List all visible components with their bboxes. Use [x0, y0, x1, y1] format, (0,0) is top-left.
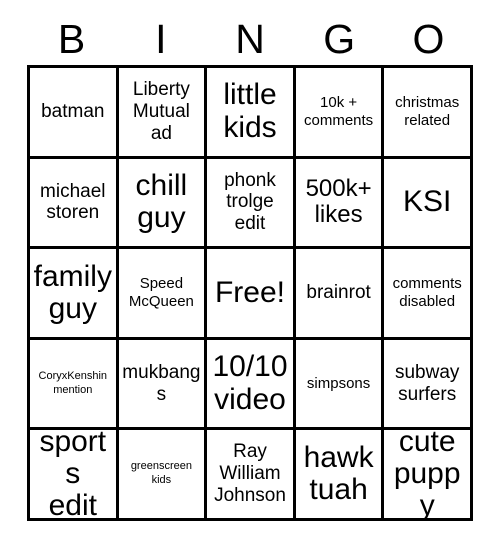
bingo-cell-label: mukbangs: [122, 361, 201, 405]
bingo-cell-free-space[interactable]: Free!: [207, 249, 296, 340]
bingo-header-letter-b: B: [57, 15, 86, 62]
bingo-cell-g5[interactable]: hawk tuah: [295, 430, 385, 521]
bingo-header-letter-o: O: [412, 15, 445, 62]
bingo-cell-label: batman: [41, 100, 105, 122]
bingo-cell-label: hawk tuah: [303, 440, 374, 507]
bingo-cell-b2[interactable]: michael storen: [30, 158, 119, 250]
bingo-cell-n1[interactable]: little kids: [207, 68, 296, 159]
bingo-cell-b5[interactable]: sports edit: [30, 430, 119, 521]
bingo-cell-label: michael storen: [40, 180, 106, 224]
bingo-cell-label: sports edit: [39, 430, 107, 521]
bingo-cell-label: greenscreen kids: [130, 460, 192, 487]
bingo-cell-o3[interactable]: comments disabled: [384, 249, 473, 340]
bingo-cell-g3[interactable]: brainrot: [295, 249, 385, 340]
bingo-cell-label: 500k+ likes: [305, 174, 372, 229]
bingo-cell-label: subway surfers: [394, 361, 460, 405]
bingo-cell-label: 10/10 video: [212, 350, 288, 416]
bingo-cell-g1[interactable]: 10k + comments: [295, 68, 385, 159]
bingo-cell-i4[interactable]: mukbangs: [118, 339, 208, 431]
bingo-cell-n2[interactable]: phonk trolge edit: [207, 158, 296, 250]
bingo-header-letter-i: I: [155, 15, 167, 62]
bingo-cell-o5[interactable]: cute puppy: [384, 430, 473, 521]
bingo-cell-i1[interactable]: Liberty Mutual ad: [118, 68, 208, 159]
bingo-header-letter-g: G: [323, 15, 356, 62]
bingo-cell-o1[interactable]: christmas related: [384, 68, 473, 159]
bingo-cell-label: Free!: [214, 275, 285, 309]
bingo-header-row: B I N G O: [27, 14, 473, 64]
bingo-cell-b4[interactable]: CoryxKenshin mention: [30, 339, 119, 431]
bingo-cell-label: phonk trolge edit: [224, 169, 276, 235]
bingo-cell-label: Liberty Mutual ad: [132, 79, 190, 144]
bingo-cell-label: CoryxKenshin mention: [38, 369, 108, 396]
bingo-cell-g4[interactable]: simpsons: [295, 339, 385, 431]
bingo-cell-label: Speed McQueen: [128, 274, 194, 310]
bingo-cell-i5[interactable]: greenscreen kids: [118, 430, 208, 521]
bingo-cell-label: Ray William Johnson: [214, 441, 286, 507]
bingo-cell-o2[interactable]: KSI: [384, 158, 473, 250]
bingo-cell-o4[interactable]: subway surfers: [384, 339, 473, 431]
bingo-cell-b3[interactable]: family guy: [30, 249, 119, 340]
bingo-grid: batman Liberty Mutual ad little kids 10k…: [27, 65, 473, 521]
bingo-cell-label: comments disabled: [392, 274, 462, 310]
bingo-cell-n4[interactable]: 10/10 video: [207, 339, 296, 431]
bingo-cell-label: cute puppy: [393, 430, 461, 521]
bingo-cell-label: simpsons: [306, 374, 371, 392]
bingo-cell-i2[interactable]: chill guy: [118, 158, 208, 250]
bingo-header-letter-n: N: [235, 15, 265, 62]
bingo-cell-label: 10k + comments: [304, 93, 374, 129]
bingo-cell-label: christmas related: [395, 93, 460, 129]
bingo-cell-label: chill guy: [135, 169, 188, 235]
bingo-cell-label: family guy: [33, 259, 112, 325]
bingo-cell-g2[interactable]: 500k+ likes: [295, 158, 385, 250]
bingo-cell-n5[interactable]: Ray William Johnson: [207, 430, 296, 521]
bingo-card: B I N G O batman Liberty Mutual ad littl…: [0, 0, 501, 544]
bingo-cell-i3[interactable]: Speed McQueen: [118, 249, 208, 340]
bingo-cell-label: little kids: [223, 78, 277, 144]
bingo-cell-b1[interactable]: batman: [30, 68, 119, 159]
bingo-cell-label: KSI: [403, 185, 452, 219]
bingo-cell-label: brainrot: [306, 282, 371, 304]
